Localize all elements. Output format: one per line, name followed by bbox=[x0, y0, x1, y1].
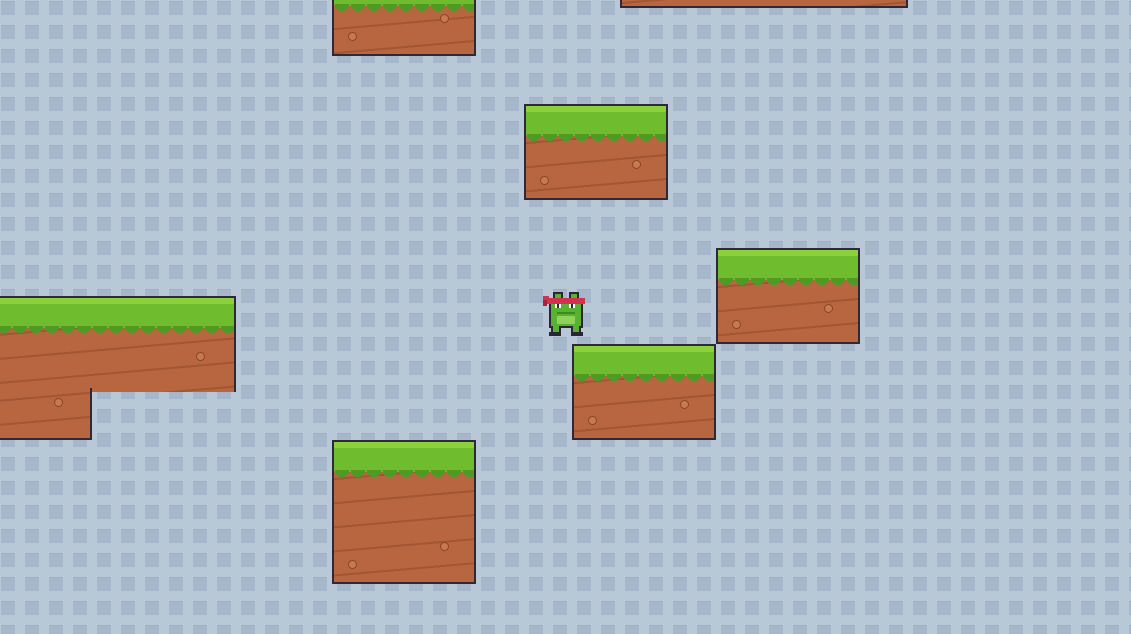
ninja-frog-player[interactable] bbox=[543, 290, 589, 344]
platform-right bbox=[716, 248, 860, 344]
platform-under-player bbox=[572, 344, 716, 440]
platform-top-left bbox=[332, 0, 476, 56]
platform-left-ledge-lower bbox=[0, 388, 92, 440]
platform-left-ledge bbox=[0, 296, 236, 392]
platform-bottom-middle bbox=[332, 440, 476, 584]
platform-upper-middle bbox=[524, 104, 668, 200]
game-canvas[interactable] bbox=[0, 0, 1131, 634]
platform-top-right bbox=[620, 0, 908, 8]
